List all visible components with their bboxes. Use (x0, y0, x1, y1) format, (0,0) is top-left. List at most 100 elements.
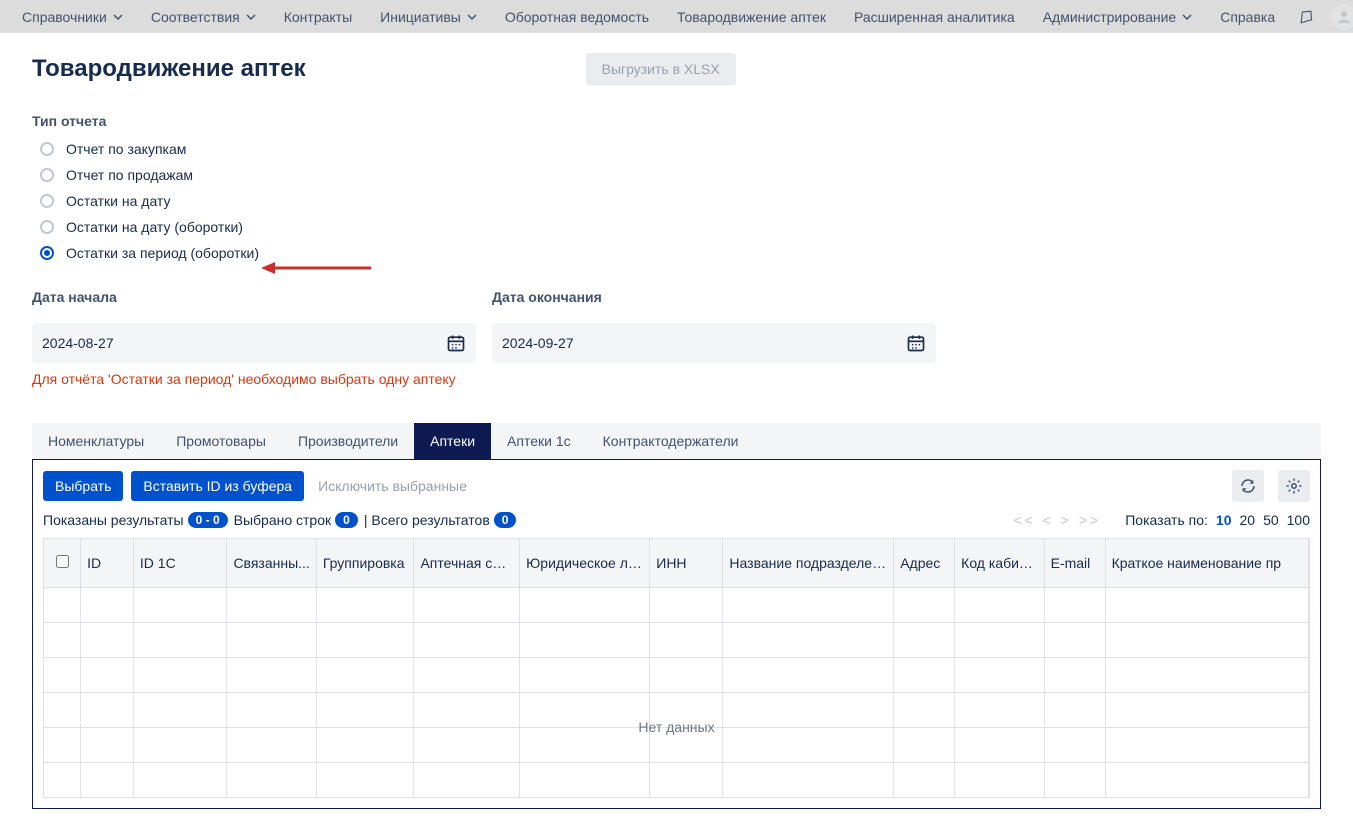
date-start-label: Дата начала (32, 289, 476, 305)
col-short-name[interactable]: Краткое наименование пр (1105, 539, 1308, 587)
exclude-selected-disabled: Исключить выбранные (318, 478, 467, 494)
page-size-selector: Показать по: 10 20 50 100 (1125, 512, 1310, 528)
radio-label: Остатки на дату (оборотки) (66, 219, 243, 235)
export-xlsx-button[interactable]: Выгрузить в XLSX (586, 53, 736, 85)
table-row (44, 657, 1309, 692)
top-nav: Справочники Соответствия Контракты Иници… (0, 0, 1353, 33)
col-id-1c[interactable]: ID 1C (133, 539, 227, 587)
col-pharmacy-network[interactable]: Аптечная сеть (414, 539, 520, 587)
refresh-button[interactable] (1232, 470, 1264, 502)
select-all-checkbox[interactable] (56, 555, 69, 568)
avatar-icon (1331, 4, 1353, 30)
col-cabinet-code[interactable]: Код кабинета (955, 539, 1044, 587)
pagination-arrows[interactable]: << < > >> (1014, 512, 1102, 528)
nav-item-help[interactable]: Справка (1206, 0, 1289, 33)
chevron-down-icon (467, 12, 477, 22)
shown-label: Показаны результаты (43, 512, 184, 528)
tab-nomenclature[interactable]: Номенклатуры (32, 423, 160, 459)
date-start-input[interactable] (42, 335, 446, 351)
nav-label: Расширенная аналитика (854, 9, 1015, 25)
nav-item-correspondences[interactable]: Соответствия (137, 0, 270, 33)
table-row (44, 762, 1309, 797)
pagesize-label: Показать по: (1125, 512, 1208, 528)
radio-label: Остатки за период (оборотки) (66, 245, 259, 261)
radio-input[interactable] (40, 220, 54, 234)
chevron-down-icon (1182, 12, 1192, 22)
col-division-name[interactable]: Название подразделения (723, 539, 894, 587)
chevron-down-icon (246, 12, 256, 22)
radio-balance-date[interactable]: Остатки на дату (40, 193, 1321, 209)
chevron-down-icon (113, 12, 123, 22)
nav-item-extended-analytics[interactable]: Расширенная аналитика (840, 0, 1029, 33)
col-email[interactable]: E-mail (1044, 539, 1105, 587)
calendar-icon[interactable] (906, 333, 926, 353)
pagesize-50[interactable]: 50 (1263, 512, 1279, 528)
tab-manufacturers[interactable]: Производители (282, 423, 414, 459)
table-row (44, 622, 1309, 657)
nav-label: Справка (1220, 9, 1275, 25)
pagesize-10[interactable]: 10 (1216, 512, 1232, 528)
table-header-row: ID ID 1C Связанны... Группировка Аптечна… (44, 539, 1309, 587)
nav-item-turnover[interactable]: Оборотная ведомость (491, 0, 663, 33)
radio-purchases[interactable]: Отчет по закупкам (40, 141, 1321, 157)
pagesize-20[interactable]: 20 (1239, 512, 1255, 528)
user-avatar[interactable] (1323, 4, 1353, 30)
selected-label: Выбрано строк (234, 512, 332, 528)
date-end-field[interactable] (492, 323, 936, 363)
warning-message: Для отчёта 'Остатки за период' необходим… (32, 371, 1321, 387)
col-inn[interactable]: ИНН (650, 539, 723, 587)
nav-label: Оборотная ведомость (505, 9, 649, 25)
header-checkbox-cell (44, 539, 81, 587)
radio-balance-period-turnover[interactable]: Остатки за период (оборотки) (40, 245, 1321, 261)
annotation-arrow (261, 260, 371, 279)
nav-label: Контракты (284, 9, 352, 25)
tab-pharmacies[interactable]: Аптеки (414, 423, 491, 459)
page-header: Товародвижение аптек Выгрузить в XLSX (32, 53, 1321, 85)
nav-label: Справочники (22, 9, 107, 25)
nav-label: Соответствия (151, 9, 240, 25)
tab-contract-holders[interactable]: Контрактодержатели (587, 423, 755, 459)
nav-item-initiatives[interactable]: Инициативы (366, 0, 491, 33)
pharmacies-panel: Выбрать Вставить ID из буфера Исключить … (32, 459, 1321, 809)
col-linked[interactable]: Связанны... (227, 539, 316, 587)
radio-balance-date-turnover[interactable]: Остатки на дату (оборотки) (40, 219, 1321, 235)
page-title: Товародвижение аптек (32, 55, 306, 83)
settings-button[interactable] (1278, 470, 1310, 502)
col-grouping[interactable]: Группировка (316, 539, 414, 587)
report-type-label: Тип отчета (32, 113, 1321, 129)
table-row (44, 727, 1309, 762)
tag-icon[interactable] (1289, 8, 1323, 26)
radio-label: Отчет по закупкам (66, 141, 186, 157)
results-bar: Показаны результаты0 - 0 Выбрано строк0 … (43, 512, 1310, 528)
nav-item-administration[interactable]: Администрирование (1029, 0, 1207, 33)
nav-item-contracts[interactable]: Контракты (270, 0, 366, 33)
tab-pharmacies-1c[interactable]: Аптеки 1с (491, 423, 587, 459)
data-table-wrap: ID ID 1C Связанны... Группировка Аптечна… (43, 538, 1310, 798)
date-end-label: Дата окончания (492, 289, 936, 305)
data-table: ID ID 1C Связанны... Группировка Аптечна… (44, 539, 1309, 798)
date-end-input[interactable] (502, 335, 906, 351)
col-legal-entity[interactable]: Юридическое лицо (520, 539, 650, 587)
shown-value: 0 - 0 (188, 512, 228, 528)
radio-input[interactable] (40, 142, 54, 156)
radio-input[interactable] (40, 168, 54, 182)
date-start-field[interactable] (32, 323, 476, 363)
radio-input[interactable] (40, 194, 54, 208)
nav-label: Инициативы (380, 9, 461, 25)
pagesize-100[interactable]: 100 (1287, 512, 1310, 528)
filter-tabs: Номенклатуры Промотовары Производители А… (32, 423, 1321, 459)
radio-label: Остатки на дату (66, 193, 171, 209)
nav-item-references[interactable]: Справочники (8, 0, 137, 33)
paste-ids-button[interactable]: Вставить ID из буфера (131, 471, 304, 501)
radio-input[interactable] (40, 246, 54, 260)
tab-promo[interactable]: Промотовары (160, 423, 282, 459)
col-id[interactable]: ID (81, 539, 134, 587)
select-button[interactable]: Выбрать (43, 471, 123, 501)
radio-sales[interactable]: Отчет по продажам (40, 167, 1321, 183)
col-address[interactable]: Адрес (894, 539, 955, 587)
calendar-icon[interactable] (446, 333, 466, 353)
nav-label: Товародвижение аптек (677, 9, 826, 25)
total-value: 0 (494, 512, 517, 528)
nav-item-pharmacy-movement[interactable]: Товародвижение аптек (663, 0, 840, 33)
nav-label: Администрирование (1043, 9, 1177, 25)
